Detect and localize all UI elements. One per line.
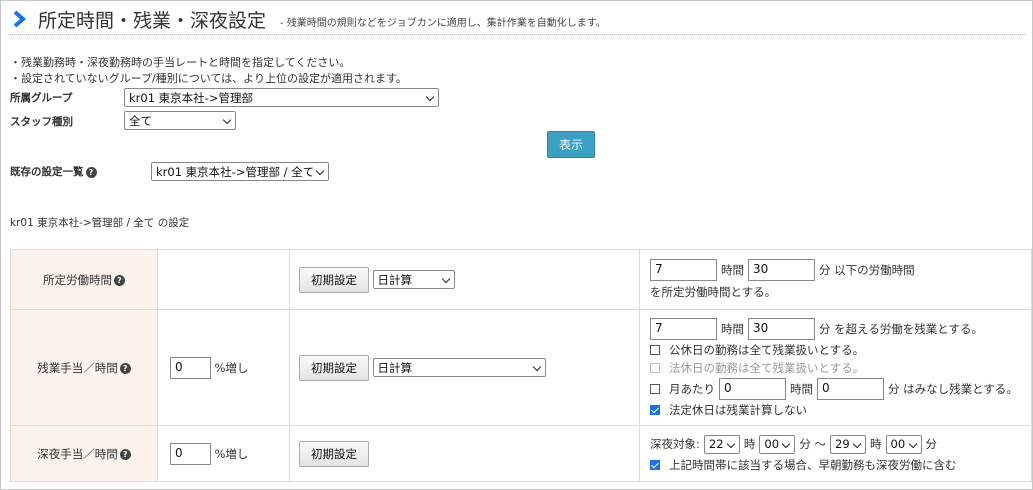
- settings-table: 所定労働時間? 初期設定 日計算 7 時間 30 分 以下の労働時間 を所定労働…: [10, 249, 1032, 482]
- row-overtime: 残業手当／時間? 0 %増し 初期設定 日計算 7 時間 30 分 を超える労働…: [10, 309, 1032, 426]
- pct-cell-empty: [157, 249, 290, 310]
- existing-settings-label: 既存の設定一覧?: [10, 164, 97, 179]
- public-holiday-checkbox[interactable]: [650, 344, 660, 355]
- night-target-label: 深夜対象:: [650, 437, 700, 451]
- hours-input[interactable]: 7: [650, 259, 717, 281]
- pct-cell: 0 %増し: [157, 309, 290, 426]
- monthly-hours-input[interactable]: 0: [719, 377, 786, 400]
- hours-unit: 時間: [721, 263, 744, 277]
- overtime-pct-input[interactable]: 0: [170, 356, 211, 379]
- show-button[interactable]: 表示: [547, 131, 595, 158]
- calc-cell: 初期設定 日計算: [289, 309, 640, 426]
- time-cell: 7 時間 30 分 以下の労働時間 を所定労働時間とする。: [639, 249, 1032, 310]
- monthly-prefix: 月あたり: [669, 381, 715, 396]
- note-line-2: ・設定されていないグループ/種別については、より上位の設定が適用されます。: [10, 72, 407, 85]
- night-range-cell: 深夜対象: 22 時 00 分 〜 29 時 00 分 上記時間帯に該当する場合…: [639, 425, 1032, 482]
- settings-heading: kr01 東京本社->管理部 / 全て の設定: [10, 217, 190, 229]
- hour-unit: 時: [743, 437, 756, 451]
- calc-cell: 初期設定 日計算: [289, 249, 640, 310]
- help-icon[interactable]: ?: [119, 448, 131, 460]
- minutes-suffix: 分 を超える労働を残業とする。: [819, 321, 983, 336]
- minutes-input[interactable]: 30: [748, 317, 815, 340]
- start-minute-select[interactable]: 00: [759, 434, 796, 454]
- chevron-right-icon: [13, 10, 26, 28]
- note-line-1: ・残業勤務時・深夜勤務時の手当レートと時間を指定してください。: [10, 56, 351, 69]
- page-subtitle: - 残業時間の規則などをジョブカンに適用し、集計作業を自動化します。: [280, 18, 606, 29]
- help-icon[interactable]: ?: [114, 274, 125, 286]
- row-night: 深夜手当／時間? 0 %増し 初期設定 深夜対象: 22 時 00 分 〜 29…: [10, 425, 1032, 482]
- start-hour-select[interactable]: 22: [703, 434, 740, 454]
- row-label: 深夜手当／時間: [37, 446, 118, 461]
- help-icon[interactable]: ?: [119, 362, 131, 374]
- legal-holiday-no-calc-label: 法定休日は残業計算しない: [669, 402, 807, 417]
- group-select[interactable]: kr01 東京本社->管理部: [124, 88, 439, 107]
- monthly-suffix: 分 はみなし残業とする。: [888, 381, 1018, 396]
- night-pct-input[interactable]: 0: [170, 442, 211, 465]
- calc-select[interactable]: 日計算: [372, 358, 546, 377]
- minutes-suffix: 分 以下の労働時間: [819, 263, 915, 277]
- calc-select[interactable]: 日計算: [372, 270, 455, 289]
- page-title: 所定時間・残業・深夜設定: [38, 10, 267, 32]
- scheduled-description: を所定労働時間とする。: [650, 285, 777, 299]
- row-label: 残業手当／時間: [37, 360, 118, 375]
- hour-unit: 時: [870, 437, 882, 451]
- early-morning-label: 上記時間帯に該当する場合、早朝勤務も深夜労働に含む: [669, 457, 957, 472]
- init-button[interactable]: 初期設定: [299, 266, 369, 293]
- minute-unit-tilde: 分 〜: [799, 437, 827, 451]
- row-header: 深夜手当／時間?: [10, 425, 158, 482]
- existing-settings-select[interactable]: kr01 東京本社->管理部 / 全て: [151, 162, 329, 181]
- row-header: 残業手当／時間?: [10, 309, 158, 426]
- legal-holiday-checkbox[interactable]: [650, 362, 660, 373]
- hours-input[interactable]: 7: [650, 317, 717, 340]
- minute-unit: 分: [925, 437, 938, 451]
- legal-holiday-no-calc-checkbox[interactable]: [650, 404, 660, 415]
- public-holiday-label: 公休日の勤務は全て残業扱いとする。: [669, 342, 865, 357]
- init-button[interactable]: 初期設定: [299, 440, 369, 467]
- overtime-rules-cell: 7 時間 30 分 を超える労働を残業とする。 公休日の勤務は全て残業扱いとする…: [639, 309, 1032, 426]
- staff-type-label: スタッフ種別: [10, 116, 73, 128]
- end-minute-select[interactable]: 00: [885, 434, 922, 454]
- help-icon[interactable]: ?: [85, 166, 97, 178]
- row-scheduled-hours: 所定労働時間? 初期設定 日計算 7 時間 30 分 以下の労働時間 を所定労働…: [10, 249, 1032, 310]
- init-button[interactable]: 初期設定: [299, 354, 369, 381]
- group-label: 所属グループ: [10, 92, 73, 104]
- header-divider: [8, 34, 1025, 35]
- existing-settings-text: 既存の設定一覧: [10, 166, 84, 178]
- monthly-deemed-checkbox[interactable]: [650, 383, 660, 394]
- early-morning-checkbox[interactable]: [650, 459, 660, 470]
- row-label: 所定労働時間: [43, 272, 112, 287]
- monthly-hours-unit: 時間: [790, 381, 813, 396]
- row-header: 所定労働時間?: [10, 249, 158, 310]
- minutes-input[interactable]: 30: [748, 259, 815, 281]
- pct-suffix: %増し: [214, 360, 249, 375]
- legal-holiday-label: 法休日の勤務は全て残業扱いとする。: [669, 360, 865, 375]
- end-hour-select[interactable]: 29: [830, 434, 867, 454]
- staff-type-select[interactable]: 全て: [124, 111, 236, 130]
- pct-suffix: %増し: [214, 446, 249, 461]
- hours-unit: 時間: [721, 321, 744, 336]
- pct-cell: 0 %増し: [157, 425, 290, 482]
- monthly-minutes-input[interactable]: 0: [817, 377, 884, 400]
- calc-cell: 初期設定: [289, 425, 640, 482]
